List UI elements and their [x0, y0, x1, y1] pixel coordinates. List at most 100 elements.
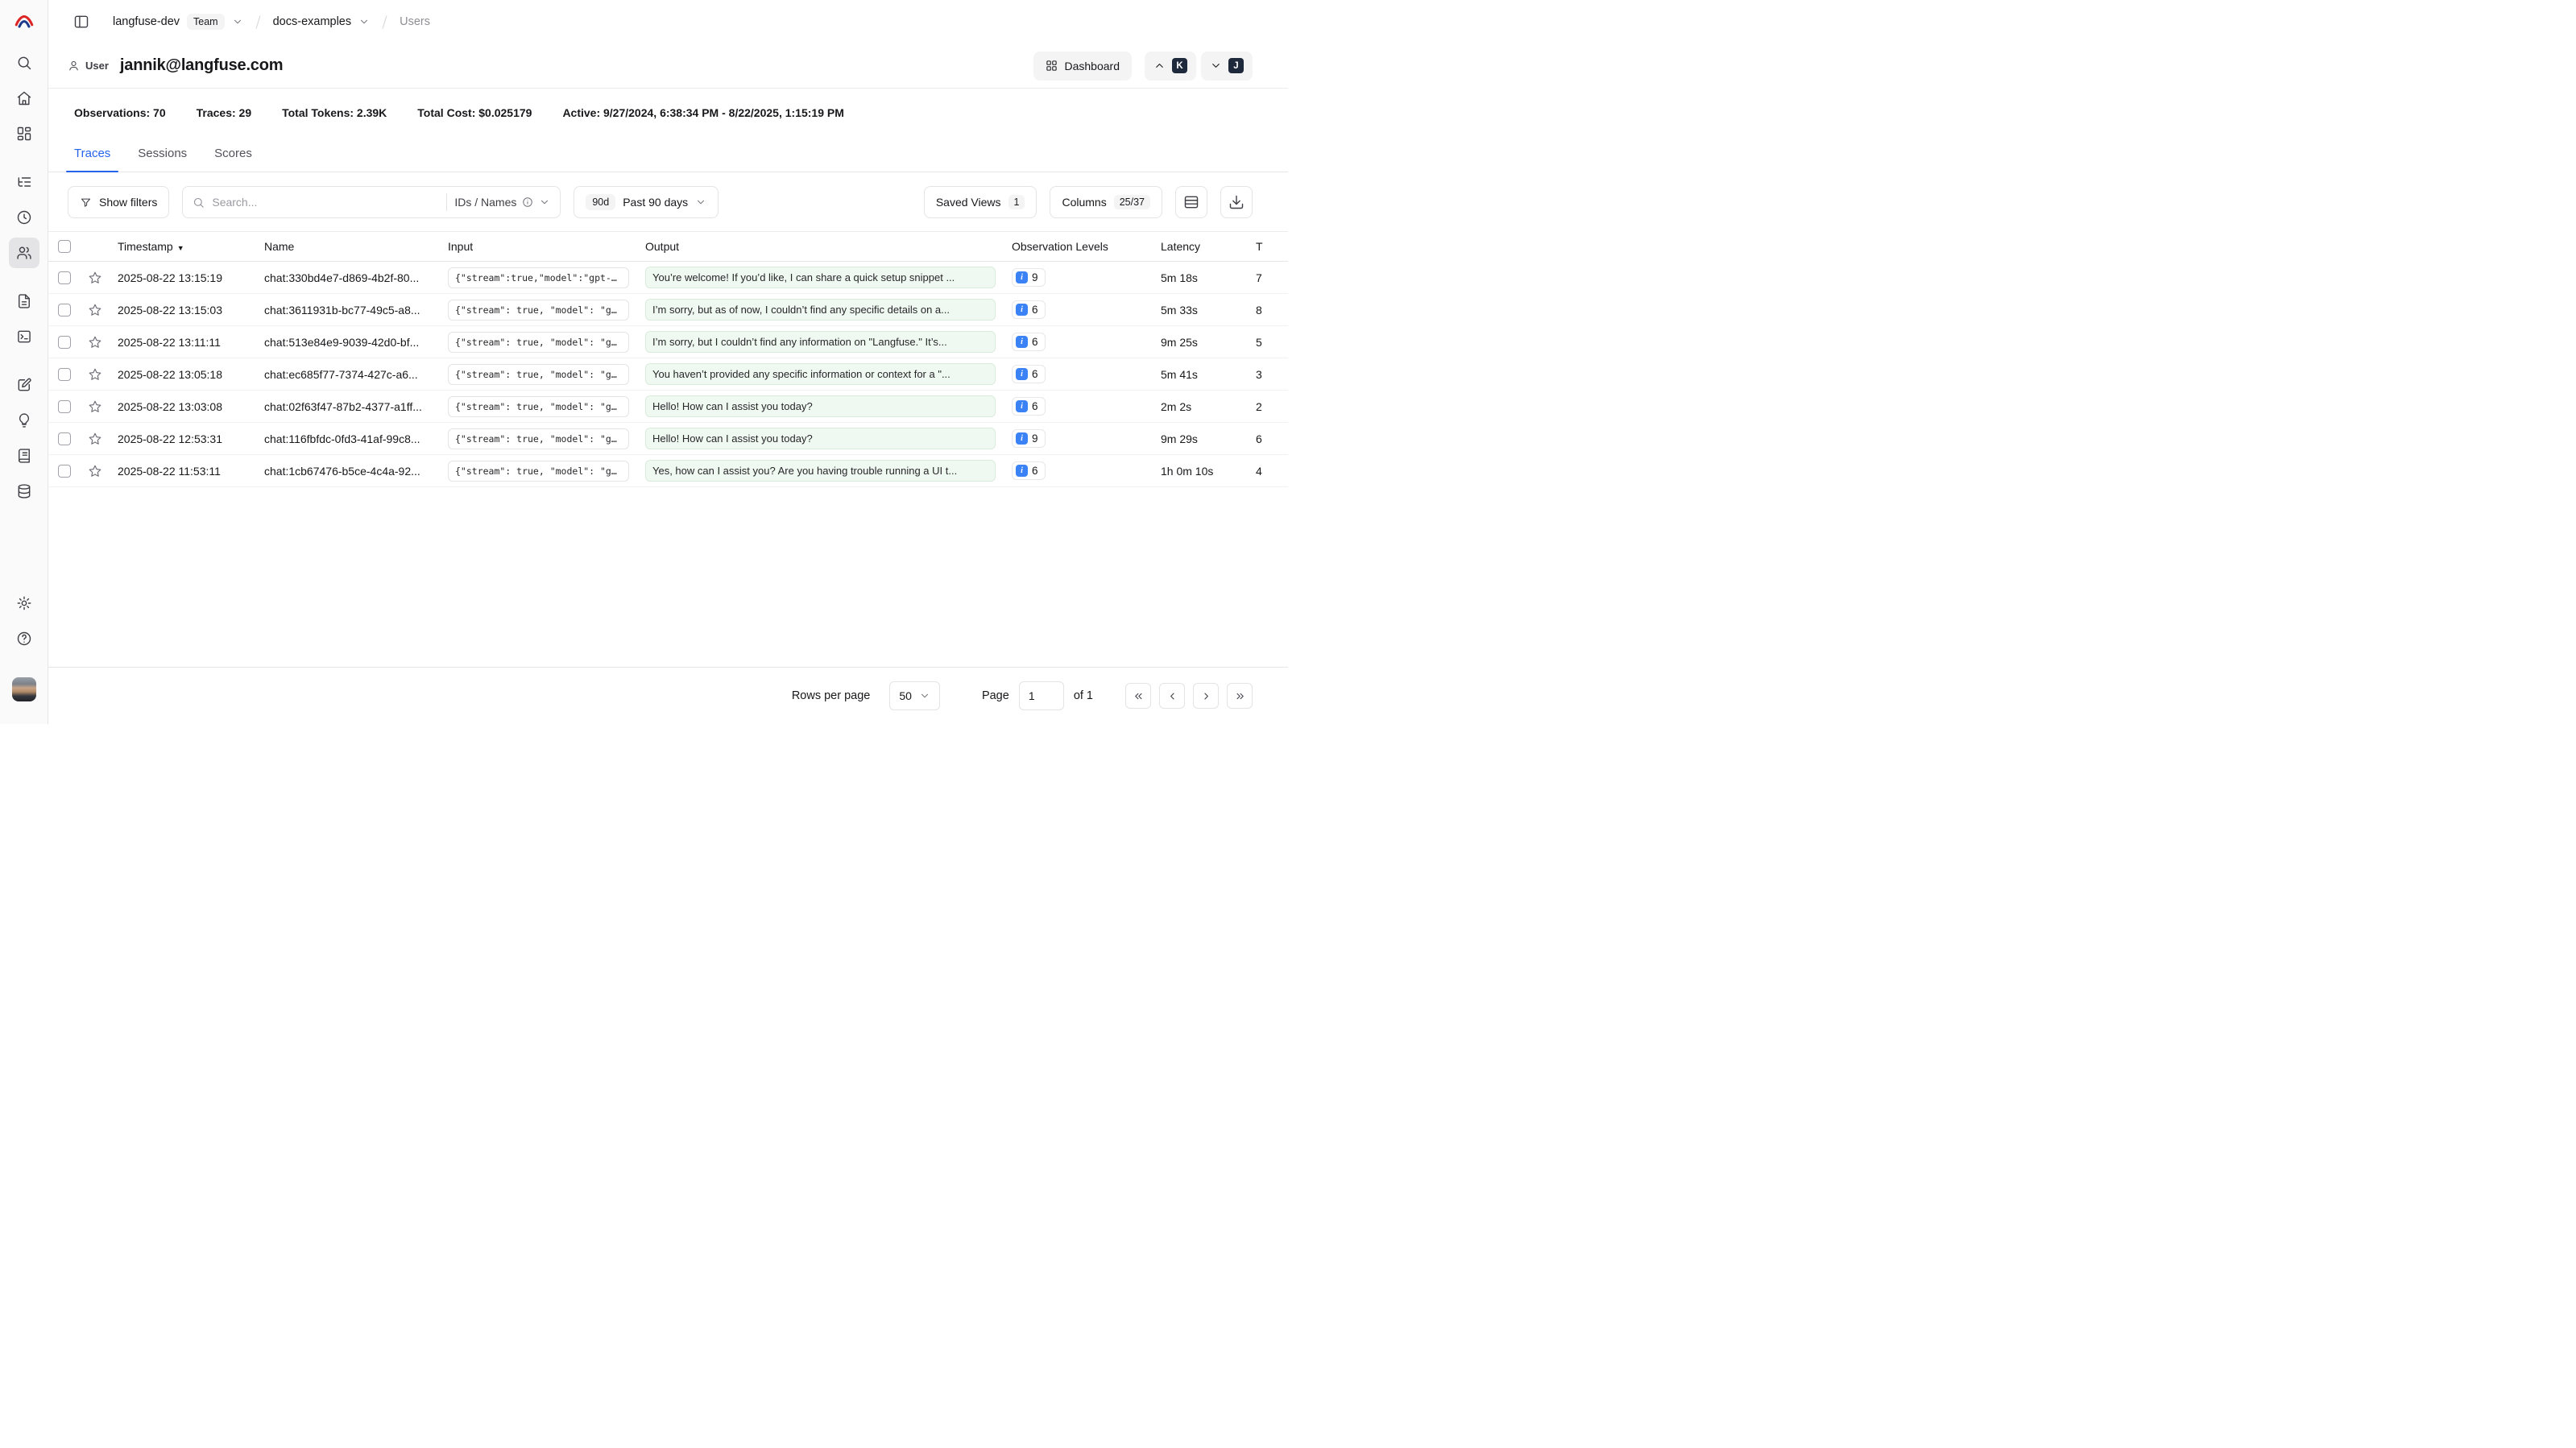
chevron-down-icon[interactable] [358, 16, 370, 27]
previous-user-button[interactable]: K [1145, 52, 1196, 81]
trace-output[interactable]: Hello! How can I assist you today? [645, 395, 996, 417]
search-input[interactable] [212, 196, 439, 209]
trace-name[interactable]: chat:116fbfdc-0fd3-41af-99c8... [256, 432, 440, 445]
rows-per-page-select[interactable]: 50 [889, 681, 940, 710]
trace-input[interactable]: {"stream": true, "model": "gpt-... [448, 332, 629, 353]
trace-output[interactable]: You’re welcome! If you’d like, I can sha… [645, 267, 996, 288]
sidebar-item-home[interactable] [9, 83, 39, 114]
breadcrumb-project[interactable]: docs-examples [273, 15, 352, 28]
trace-name[interactable]: chat:330bd4e7-d869-4b2f-80... [256, 271, 440, 284]
column-header-truncated[interactable]: T [1248, 240, 1288, 253]
trace-name[interactable]: chat:ec685f77-7374-427c-a6... [256, 368, 440, 381]
sidebar-item-users[interactable] [9, 238, 39, 268]
sidebar-item-annotation-queues[interactable] [9, 441, 39, 471]
trace-output[interactable]: Hello! How can I assist you today? [645, 428, 996, 449]
chevron-down-icon[interactable] [232, 16, 243, 27]
user-avatar[interactable] [12, 677, 36, 701]
table-row[interactable]: 2025-08-22 13:11:11 chat:513e84e9-9039-4… [48, 326, 1288, 358]
date-range-dropdown[interactable]: 90d Past 90 days [574, 186, 719, 218]
trace-timestamp[interactable]: 2025-08-22 13:15:19 [110, 271, 256, 284]
trace-timestamp[interactable]: 2025-08-22 12:53:31 [110, 432, 256, 445]
favorite-star-icon[interactable] [88, 399, 102, 414]
sidebar-item-search[interactable] [9, 48, 39, 78]
next-user-button[interactable]: J [1201, 52, 1253, 81]
export-button[interactable] [1220, 186, 1253, 218]
tab-traces[interactable]: Traces [64, 139, 120, 172]
row-checkbox[interactable] [58, 336, 71, 349]
show-filters-button[interactable]: Show filters [68, 186, 169, 218]
trace-name[interactable]: chat:3611931b-bc77-49c5-a8... [256, 304, 440, 316]
sidebar-item-playground[interactable] [9, 321, 39, 352]
table-row[interactable]: 2025-08-22 13:05:18 chat:ec685f77-7374-4… [48, 358, 1288, 391]
sidebar-item-settings[interactable] [9, 588, 39, 619]
page-number-input[interactable] [1019, 681, 1064, 710]
next-page-button[interactable] [1193, 683, 1219, 709]
trace-input[interactable]: {"stream": true, "model": "gpt-... [448, 461, 629, 482]
row-checkbox[interactable] [58, 271, 71, 284]
favorite-star-icon[interactable] [88, 303, 102, 317]
trace-input[interactable]: {"stream": true, "model": "gpt-... [448, 364, 629, 385]
row-height-button[interactable] [1175, 186, 1207, 218]
favorite-star-icon[interactable] [88, 367, 102, 382]
table-row[interactable]: 2025-08-22 13:03:08 chat:02f63f47-87b2-4… [48, 391, 1288, 423]
table-row[interactable]: 2025-08-22 13:15:03 chat:3611931b-bc77-4… [48, 294, 1288, 326]
trace-output[interactable]: Yes, how can I assist you? Are you havin… [645, 460, 996, 482]
sidebar-item-suggestions[interactable] [9, 405, 39, 436]
sidebar-item-help[interactable] [9, 623, 39, 654]
trace-name[interactable]: chat:513e84e9-9039-42d0-bf... [256, 336, 440, 349]
trace-timestamp[interactable]: 2025-08-22 13:03:08 [110, 400, 256, 413]
breadcrumb-org[interactable]: langfuse-dev [113, 15, 180, 28]
trace-name[interactable]: chat:1cb67476-b5ce-4c4a-92... [256, 465, 440, 478]
favorite-star-icon[interactable] [88, 335, 102, 350]
sidebar-item-evaluation[interactable] [9, 370, 39, 400]
columns-button[interactable]: Columns 25/37 [1050, 186, 1162, 218]
sidebar-item-prompts[interactable] [9, 286, 39, 316]
column-header-input[interactable]: Input [440, 240, 637, 253]
row-checkbox[interactable] [58, 432, 71, 445]
langfuse-logo-icon[interactable] [10, 8, 38, 35]
trace-output[interactable]: I’m sorry, but I couldn’t find any infor… [645, 331, 996, 353]
trace-timestamp[interactable]: 2025-08-22 11:53:11 [110, 465, 256, 478]
favorite-star-icon[interactable] [88, 464, 102, 478]
trace-name[interactable]: chat:02f63f47-87b2-4377-a1ff... [256, 400, 440, 413]
favorite-star-icon[interactable] [88, 271, 102, 285]
column-header-timestamp[interactable]: Timestamp▼ [110, 240, 256, 253]
dashboard-button[interactable]: Dashboard [1033, 52, 1133, 81]
sidebar-item-tracing[interactable] [9, 167, 39, 197]
sidebar-item-dashboards[interactable] [9, 118, 39, 149]
column-header-latency[interactable]: Latency [1153, 240, 1248, 253]
column-header-output[interactable]: Output [637, 240, 1004, 253]
trace-timestamp[interactable]: 2025-08-22 13:11:11 [110, 336, 256, 349]
trace-input[interactable]: {"stream": true, "model": "gpt-... [448, 396, 629, 417]
trace-timestamp[interactable]: 2025-08-22 13:15:03 [110, 304, 256, 316]
previous-page-button[interactable] [1159, 683, 1185, 709]
trace-input[interactable]: {"stream":true,"model":"gpt-5",... [448, 267, 629, 288]
tab-scores[interactable]: Scores [205, 139, 262, 172]
trace-input[interactable]: {"stream": true, "model": "gpt-... [448, 300, 629, 321]
sidebar-item-datasets[interactable] [9, 476, 39, 507]
sidebar-toggle-button[interactable] [68, 8, 95, 35]
search-scope-dropdown[interactable]: IDs / Names [454, 196, 550, 209]
column-header-observation-levels[interactable]: Observation Levels [1004, 240, 1153, 253]
table-row[interactable]: 2025-08-22 13:15:19 chat:330bd4e7-d869-4… [48, 262, 1288, 294]
row-checkbox[interactable] [58, 400, 71, 413]
first-page-button[interactable] [1125, 683, 1151, 709]
sidebar-item-sessions[interactable] [9, 202, 39, 233]
row-checkbox[interactable] [58, 465, 71, 478]
tab-sessions[interactable]: Sessions [128, 139, 197, 172]
select-all-checkbox[interactable] [58, 240, 71, 253]
breadcrumb-page[interactable]: Users [400, 15, 430, 28]
favorite-star-icon[interactable] [88, 432, 102, 446]
table-row[interactable]: 2025-08-22 11:53:11 chat:1cb67476-b5ce-4… [48, 455, 1288, 487]
trace-timestamp[interactable]: 2025-08-22 13:05:18 [110, 368, 256, 381]
saved-views-button[interactable]: Saved Views 1 [924, 186, 1037, 218]
row-checkbox[interactable] [58, 304, 71, 316]
column-header-name[interactable]: Name [256, 240, 440, 253]
row-checkbox[interactable] [58, 368, 71, 381]
trace-output[interactable]: I’m sorry, but as of now, I couldn’t fin… [645, 299, 996, 321]
trace-input[interactable]: {"stream": true, "model": "gpt-... [448, 428, 629, 449]
trace-output[interactable]: You haven’t provided any specific inform… [645, 363, 996, 385]
table-row[interactable]: 2025-08-22 12:53:31 chat:116fbfdc-0fd3-4… [48, 423, 1288, 455]
search-icon [193, 197, 205, 209]
last-page-button[interactable] [1227, 683, 1253, 709]
